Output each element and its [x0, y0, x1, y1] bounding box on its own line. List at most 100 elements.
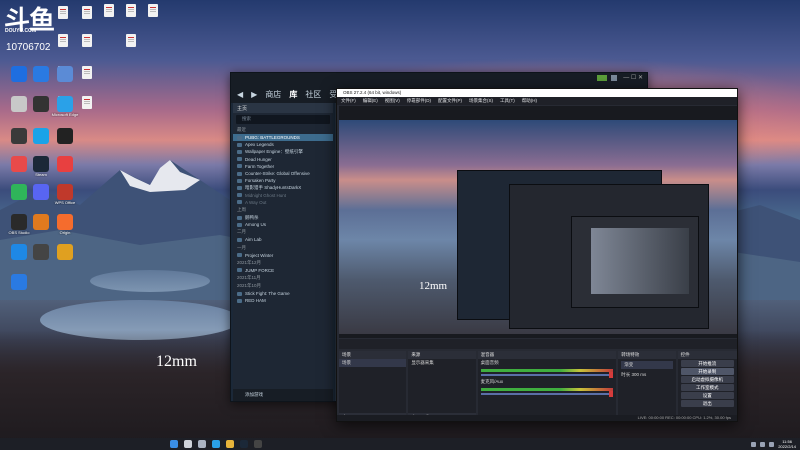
- library-game-row[interactable]: Farm Together: [233, 163, 333, 170]
- menu-scene-collection[interactable]: 场景集合(S): [469, 98, 493, 104]
- menu-edit[interactable]: 编辑(E): [363, 98, 378, 104]
- menu-docks[interactable]: 停靠部件(D): [407, 98, 431, 104]
- windows-icon[interactable]: [170, 440, 178, 448]
- studio-mode-button[interactable]: 工作室模式: [680, 384, 734, 391]
- menu-help[interactable]: 帮助(H): [522, 98, 537, 104]
- library-group-header[interactable]: 最近: [233, 126, 333, 134]
- library-game-row[interactable]: Wallpaper Engine：壁纸引擎: [233, 148, 333, 155]
- obs-icon[interactable]: [254, 440, 262, 448]
- library-game-row[interactable]: Stick Fight: The Game: [233, 290, 333, 297]
- steam-status-icon[interactable]: [597, 75, 607, 81]
- library-game-row[interactable]: Project Winter: [233, 252, 333, 259]
- library-game-row[interactable]: PUBG: BATTLEGROUNDS: [233, 134, 333, 142]
- clock[interactable]: 11:56 2022/2/14: [778, 439, 796, 449]
- library-game-row[interactable]: Counter-Strike: Global Offensive: [233, 170, 333, 177]
- desktop-audio-slider[interactable]: [480, 372, 614, 378]
- library-game-row[interactable]: Forsaken Party: [233, 177, 333, 184]
- window-controls[interactable]: — ☐ ✕: [623, 74, 643, 81]
- document-icon[interactable]: [82, 34, 92, 47]
- obs-icon: [11, 214, 27, 230]
- document-icon[interactable]: [104, 4, 114, 17]
- obs-title-bar[interactable]: OBS 27.2.4 (64 bit, windows): [337, 89, 737, 97]
- network-icon: [57, 66, 73, 82]
- library-search-input[interactable]: 搜索: [236, 115, 330, 124]
- system-tray: 11:56 2022/2/14: [751, 439, 796, 449]
- document-icon[interactable]: [126, 34, 136, 47]
- library-game-row[interactable]: Among Us: [233, 221, 333, 228]
- source-item[interactable]: 显示器采集: [408, 359, 475, 367]
- add-game-button[interactable]: 添加游戏: [233, 389, 333, 401]
- start-streaming-button[interactable]: 开始推流: [680, 360, 734, 367]
- audio-mixer-dock: 混音器 桌面音频 麦克风/Aux: [477, 351, 617, 421]
- document-icon[interactable]: [58, 34, 68, 47]
- back-icon[interactable]: ◀: [237, 90, 243, 99]
- forward-icon[interactable]: ▶: [251, 90, 257, 99]
- tray-icon[interactable]: [760, 441, 766, 447]
- obs-preview[interactable]: 12mm: [339, 106, 737, 338]
- document-icon[interactable]: [82, 96, 92, 109]
- library-group-header[interactable]: 上周: [233, 206, 333, 214]
- logo-subtext: DOUYU.COM: [5, 28, 37, 34]
- desktop-shortcut[interactable]: [4, 274, 34, 290]
- library-group-header[interactable]: 2021年10月: [233, 282, 333, 290]
- tab-store[interactable]: 商店: [265, 89, 281, 100]
- library-group-header[interactable]: 二月: [233, 228, 333, 236]
- menu-tools[interactable]: 工具(T): [500, 98, 515, 104]
- search-icon[interactable]: [184, 440, 192, 448]
- edge-icon[interactable]: [212, 440, 220, 448]
- tab-community[interactable]: 社区: [305, 89, 321, 100]
- desktop-shortcut[interactable]: Microsoft Edge: [50, 96, 80, 117]
- library-game-row[interactable]: Dead Hunger: [233, 156, 333, 163]
- obs-window[interactable]: OBS 27.2.4 (64 bit, windows) 文件(F) 编辑(E)…: [336, 88, 738, 422]
- desktop-shortcut[interactable]: [50, 128, 80, 144]
- sidebar-home[interactable]: 主页: [233, 103, 333, 113]
- mixer-title: 混音器: [477, 351, 617, 359]
- mic-audio-slider[interactable]: [480, 391, 614, 397]
- library-game-row[interactable]: RED HAM: [233, 297, 333, 304]
- desktop-shortcut[interactable]: WPS Office: [50, 184, 80, 205]
- library-game-row[interactable]: Midnight Ghost Hunt: [233, 192, 333, 199]
- scene-item[interactable]: 场景: [339, 359, 407, 367]
- menu-file[interactable]: 文件(F): [341, 98, 356, 104]
- exit-button[interactable]: 退出: [680, 400, 734, 407]
- clock-date: 2022/2/14: [778, 444, 796, 449]
- avatar[interactable]: [611, 75, 617, 81]
- library-game-row[interactable]: A Way Out: [233, 199, 333, 206]
- steam-title-bar[interactable]: — ☐ ✕: [231, 73, 647, 85]
- library-game-row[interactable]: 暗影猎手 ShadyHuntsDarkX: [233, 184, 333, 191]
- transition-duration[interactable]: 时长 300 ms: [618, 371, 675, 379]
- virtual-camera-button[interactable]: 启动虚拟摄像机: [680, 376, 734, 383]
- desktop-shortcut-label: Steam: [35, 172, 47, 177]
- library-game-row[interactable]: JUMP FORCE: [233, 267, 333, 274]
- task-view-icon[interactable]: [198, 440, 206, 448]
- tab-library[interactable]: 库: [289, 89, 297, 100]
- tray-icon[interactable]: [751, 441, 757, 447]
- document-icon[interactable]: [82, 66, 92, 79]
- lens-caption: 12mm: [156, 353, 197, 370]
- menu-view[interactable]: 视图(V): [385, 98, 400, 104]
- library-group-header[interactable]: 一月: [233, 244, 333, 252]
- desktop-shortcut[interactable]: [50, 66, 80, 82]
- desktop-shortcut[interactable]: Origin: [50, 214, 80, 235]
- library-group-header[interactable]: 2021年11月: [233, 274, 333, 282]
- library-group-header[interactable]: 2021年12月: [233, 259, 333, 267]
- library-game-row[interactable]: Aim Lab: [233, 236, 333, 243]
- desktop-shortcut[interactable]: [50, 244, 80, 260]
- settings-button[interactable]: 设置: [680, 392, 734, 399]
- document-icon[interactable]: [58, 6, 68, 19]
- app-icon: [11, 156, 27, 172]
- steam-icon[interactable]: [240, 440, 248, 448]
- transition-select[interactable]: 渐变: [621, 361, 673, 369]
- mixer-channel-label: 桌面音频: [480, 360, 499, 365]
- library-game-row[interactable]: 鹅鸭杀: [233, 214, 333, 221]
- menu-profile[interactable]: 配置文件(P): [438, 98, 462, 104]
- volume-icon[interactable]: [769, 441, 775, 447]
- desktop-shortcut[interactable]: [50, 156, 80, 172]
- explorer-icon[interactable]: [226, 440, 234, 448]
- document-icon[interactable]: [126, 4, 136, 17]
- library-game-row[interactable]: Apex Legends: [233, 141, 333, 148]
- document-icon[interactable]: [82, 6, 92, 19]
- start-recording-button[interactable]: 开始录制: [680, 368, 734, 375]
- document-icon[interactable]: [148, 4, 158, 17]
- transitions-title: 转场特效: [618, 351, 676, 359]
